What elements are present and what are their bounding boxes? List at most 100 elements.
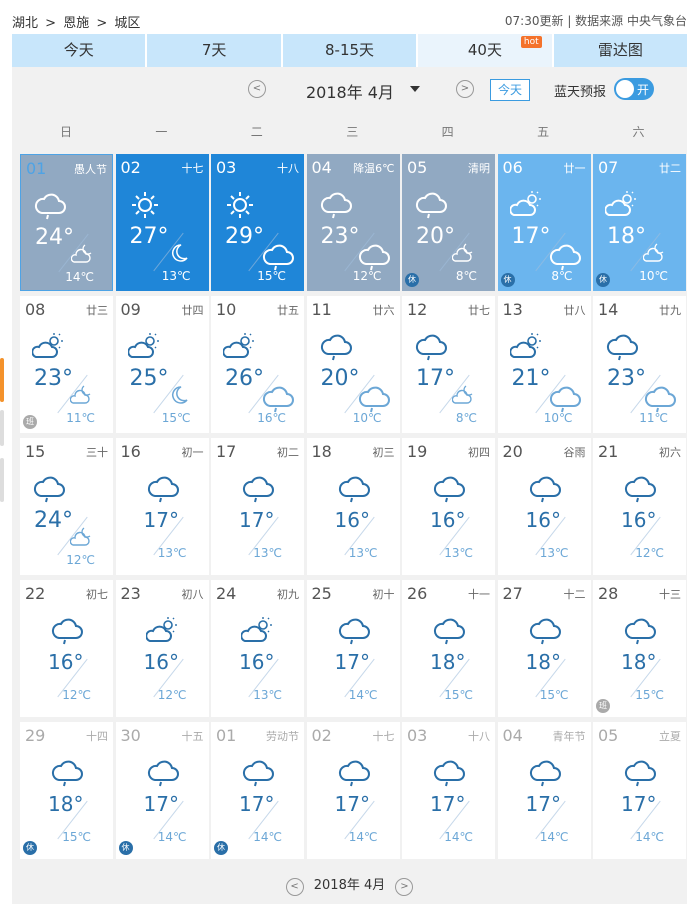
calendar-day-cell[interactable]: 09 廿四 25° 15℃ — [115, 296, 209, 433]
month-selector[interactable]: 2018年 4月 — [306, 79, 394, 103]
holiday-badge: 休 — [214, 841, 228, 855]
low-temp: 14℃ — [253, 830, 282, 844]
tab-today[interactable]: 今天 — [12, 34, 148, 67]
low-temp: 8℃ — [455, 411, 477, 425]
today-button[interactable]: 今天 — [490, 79, 530, 101]
day-number: 21 — [598, 442, 619, 461]
tab-7-days[interactable]: 7天 — [147, 34, 283, 67]
calendar-day-cell[interactable]: 23 初八 16° 12℃ — [115, 580, 209, 717]
high-temp: 21° — [511, 366, 551, 391]
calendar-day-cell[interactable]: 10 廿五 26° 16℃ — [211, 296, 304, 433]
hot-badge: hot — [520, 36, 542, 48]
tab-40-days[interactable]: 40天 hot — [418, 34, 554, 67]
calendar-day-cell[interactable]: 07 廿二 18° 10℃ 休 — [593, 154, 686, 291]
calendar-day-cell[interactable]: 21 初六 16° 12℃ — [593, 438, 686, 575]
lunar-date: 廿五 — [277, 304, 299, 317]
rain-icon — [432, 616, 466, 646]
low-temp: 11℃ — [639, 411, 668, 425]
calendar-day-cell[interactable]: 16 初一 17° 13℃ — [115, 438, 209, 575]
lunar-date: 廿四 — [181, 304, 204, 317]
rain-icon — [146, 758, 180, 788]
crumb-province[interactable]: 湖北 — [12, 16, 38, 31]
calendar-day-cell[interactable]: 18 初三 16° 13℃ — [306, 438, 400, 575]
tab-radar[interactable]: 雷达图 — [553, 34, 688, 67]
day-number: 23 — [120, 584, 141, 603]
calendar-day-cell[interactable]: 24 初九 16° 13℃ — [211, 580, 304, 717]
calendar-day-cell[interactable]: 14 廿九 23° 11℃ — [593, 296, 686, 433]
sun-cloud-icon — [31, 332, 66, 362]
lunar-date: 初六 — [659, 446, 681, 459]
weekday-label: 日 — [59, 125, 72, 139]
calendar-day-cell[interactable]: 11 廿六 20° 10℃ — [306, 296, 400, 433]
prev-month-icon[interactable]: < — [285, 878, 304, 896]
calendar-day-cell[interactable]: 02 十七 17° 14℃ — [306, 722, 400, 859]
next-month-icon[interactable]: > — [456, 80, 474, 98]
weekday-label: 一 — [155, 125, 168, 139]
rain-icon — [414, 190, 448, 220]
calendar-day-cell[interactable]: 01 愚人节 24° 14℃ — [20, 154, 113, 291]
low-temp: 10℃ — [543, 411, 573, 425]
high-temp: 20° — [320, 366, 360, 391]
footer-month: 2018年 4月 — [313, 878, 386, 893]
rain-icon — [605, 332, 639, 362]
day-number: 14 — [598, 300, 619, 319]
calendar-day-cell[interactable]: 20 谷雨 16° 13℃ — [497, 438, 591, 575]
day-number: 08 — [25, 300, 46, 319]
calendar-day-cell[interactable]: 15 三十 24° 12℃ — [20, 438, 113, 575]
calendar-day-cell[interactable]: 01 劳动节 17° 14℃ 休 — [211, 722, 304, 859]
day-number: 24 — [216, 584, 237, 603]
data-source: | 数据来源 中央气象台 — [567, 14, 687, 28]
prev-month-icon[interactable]: < — [248, 80, 266, 98]
day-number: 03 — [407, 726, 428, 745]
calendar-day-cell[interactable]: 26 十一 18° 15℃ — [402, 580, 495, 717]
calendar-day-cell[interactable]: 27 十二 18° 15℃ — [497, 580, 591, 717]
calendar-day-cell[interactable]: 05 立夏 17° 14℃ — [593, 722, 686, 859]
day-number: 19 — [407, 442, 428, 461]
calendar-day-cell[interactable]: 02 十七 27° 13℃ — [115, 154, 209, 291]
calendar-day-cell[interactable]: 04 降温6℃ 23° 12℃ — [306, 154, 400, 291]
low-temp: 16℃ — [257, 411, 286, 425]
rain-icon — [357, 384, 390, 413]
calendar-day-cell[interactable]: 03 十八 29° 15℃ — [211, 154, 304, 291]
calendar-day-cell[interactable]: 04 青年节 17° 14℃ — [497, 722, 591, 859]
toggle-knob — [616, 80, 634, 98]
low-temp: 13℃ — [348, 546, 378, 560]
calendar-day-cell[interactable]: 29 十四 18° 15℃ 休 — [20, 722, 113, 859]
rain-icon — [528, 616, 562, 646]
next-month-icon[interactable]: > — [395, 878, 414, 896]
holiday-badge: 休 — [118, 841, 133, 855]
lunar-date: 初四 — [468, 446, 490, 459]
lunar-date: 初三 — [372, 446, 395, 459]
blue-sky-toggle[interactable]: 开 — [614, 78, 654, 100]
sun-icon — [128, 190, 162, 220]
lunar-date: 十一 — [468, 588, 490, 601]
calendar-day-cell[interactable]: 06 廿一 17° 8℃ 休 — [497, 154, 591, 291]
crumb-separator: > — [96, 16, 108, 31]
calendar-day-cell[interactable]: 12 廿七 17° 8℃ — [402, 296, 495, 433]
calendar-day-cell[interactable]: 19 初四 16° 13℃ — [402, 438, 495, 575]
weekday-label: 四 — [441, 125, 454, 139]
calendar-day-cell[interactable]: 30 十五 17° 14℃ 休 — [115, 722, 209, 859]
lunar-date: 初十 — [372, 588, 395, 601]
tab-8-15-days[interactable]: 8-15天 — [282, 34, 419, 67]
calendar-day-cell[interactable]: 22 初七 16° 12℃ — [20, 580, 113, 717]
low-temp: 8℃ — [455, 269, 477, 283]
rain-icon — [319, 332, 353, 362]
chevron-down-icon[interactable] — [410, 86, 420, 92]
sun-cloud-icon — [508, 332, 544, 362]
rain-icon — [643, 384, 676, 413]
calendar-day-cell[interactable]: 28 十三 18° 15℃ 班 — [593, 580, 686, 717]
lunar-date: 廿二 — [659, 162, 681, 175]
calendar-day-cell[interactable]: 03 十八 17° 14℃ — [402, 722, 495, 859]
calendar-day-cell[interactable]: 08 廿三 23° 11℃ 班 — [20, 296, 113, 433]
low-temp: 12℃ — [62, 688, 91, 702]
rain-icon — [319, 190, 353, 220]
day-number: 03 — [216, 158, 237, 177]
calendar-day-cell[interactable]: 17 初二 17° 13℃ — [211, 438, 304, 575]
header: 湖北 > 恩施 > 城区 07:30更新 | 数据来源 中央气象台 — [12, 10, 687, 32]
calendar-day-cell[interactable]: 13 廿八 21° 10℃ — [497, 296, 591, 433]
calendar-day-cell[interactable]: 25 初十 17° 14℃ — [306, 580, 400, 717]
lunar-date: 十七 — [181, 162, 204, 175]
calendar-day-cell[interactable]: 05 清明 20° 8℃ 休 — [402, 154, 495, 291]
crumb-city[interactable]: 恩施 — [63, 16, 89, 31]
